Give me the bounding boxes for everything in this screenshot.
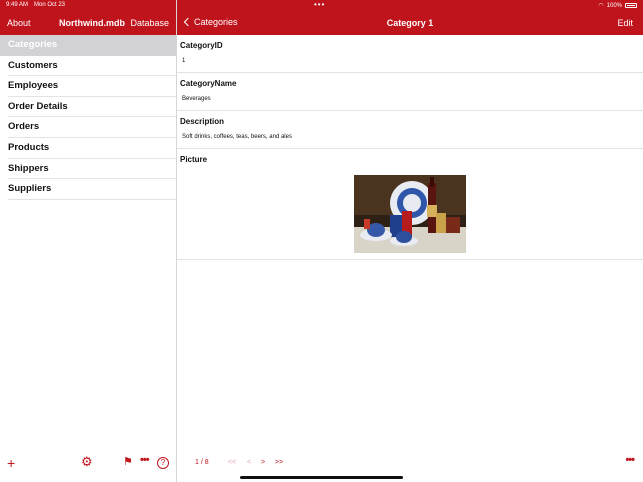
database-title: Northwind.mdb	[59, 18, 125, 28]
previous-record-button[interactable]: <	[247, 459, 251, 466]
field-description[interactable]: Description Soft drinks, coffees, teas, …	[177, 111, 643, 149]
field-value: Beverages	[182, 96, 211, 102]
field-value: 1	[182, 58, 186, 64]
sidebar-item-customers[interactable]: Customers	[8, 56, 176, 77]
sidebar-item-categories[interactable]: Categories	[0, 35, 176, 56]
sidebar-item-employees[interactable]: Employees	[8, 76, 176, 97]
field-categoryid[interactable]: CategoryID 1	[177, 35, 643, 73]
edit-button[interactable]: Edit	[617, 18, 633, 28]
battery-level: 100%	[606, 2, 622, 9]
category-picture[interactable]	[354, 175, 466, 253]
sidebar-item-order-details[interactable]: Order Details	[8, 97, 176, 118]
status-bar: 9:49 AM Mon Oct 23 ••• ◠ 100%	[0, 0, 643, 12]
sidebar-item-suppliers[interactable]: Suppliers	[8, 179, 176, 200]
sidebar-navbar: About Northwind.mdb Database	[0, 12, 176, 35]
detail-navbar: Categories Category 1 Edit	[177, 12, 643, 35]
next-record-button[interactable]: >	[261, 459, 265, 466]
ellipsis-icon[interactable]: •••	[625, 454, 635, 466]
page-title: Category 1	[386, 18, 434, 28]
picture-container	[177, 164, 643, 259]
sidebar-toolbar: + ⚙ ⚑ ••• ?	[0, 452, 176, 474]
about-button[interactable]: About	[7, 18, 31, 28]
status-right: ◠ 100%	[598, 2, 637, 9]
status-date: Mon Oct 23	[34, 2, 66, 8]
database-button[interactable]: Database	[130, 18, 169, 28]
table-list: Categories Customers Employees Order Det…	[0, 35, 176, 200]
field-categoryname[interactable]: CategoryName Beverages	[177, 73, 643, 111]
sidebar-item-orders[interactable]: Orders	[8, 117, 176, 138]
record-counter: 1 / 8	[195, 459, 209, 466]
ellipsis-icon[interactable]: •••	[140, 454, 150, 466]
field-label: Description	[180, 117, 225, 126]
home-indicator[interactable]	[240, 476, 403, 479]
sidebar-item-products[interactable]: Products	[8, 138, 176, 159]
last-record-button[interactable]: >>	[275, 459, 283, 466]
detail-toolbar: 1 / 8 << < > >> •••	[177, 452, 643, 474]
status-time: 9:49 AM	[6, 2, 29, 8]
field-picture[interactable]: Picture	[177, 149, 643, 260]
field-label: Picture	[180, 155, 208, 164]
field-label: CategoryID	[180, 41, 223, 50]
field-value: Soft drinks, coffees, teas, beers, and a…	[182, 134, 292, 140]
flag-icon[interactable]: ⚑	[123, 455, 133, 468]
multitasking-dots-icon[interactable]: •••	[314, 0, 325, 9]
sidebar-item-shippers[interactable]: Shippers	[8, 159, 176, 180]
help-icon[interactable]: ?	[157, 457, 169, 469]
battery-icon	[625, 3, 637, 8]
wifi-icon: ◠	[598, 3, 604, 9]
first-record-button[interactable]: <<	[228, 459, 236, 466]
gear-icon[interactable]: ⚙	[81, 454, 93, 470]
beverages-photo	[354, 175, 466, 253]
plus-icon[interactable]: +	[7, 455, 15, 471]
record-detail: CategoryID 1 CategoryName Beverages Desc…	[177, 35, 643, 260]
field-label: CategoryName	[180, 79, 237, 88]
